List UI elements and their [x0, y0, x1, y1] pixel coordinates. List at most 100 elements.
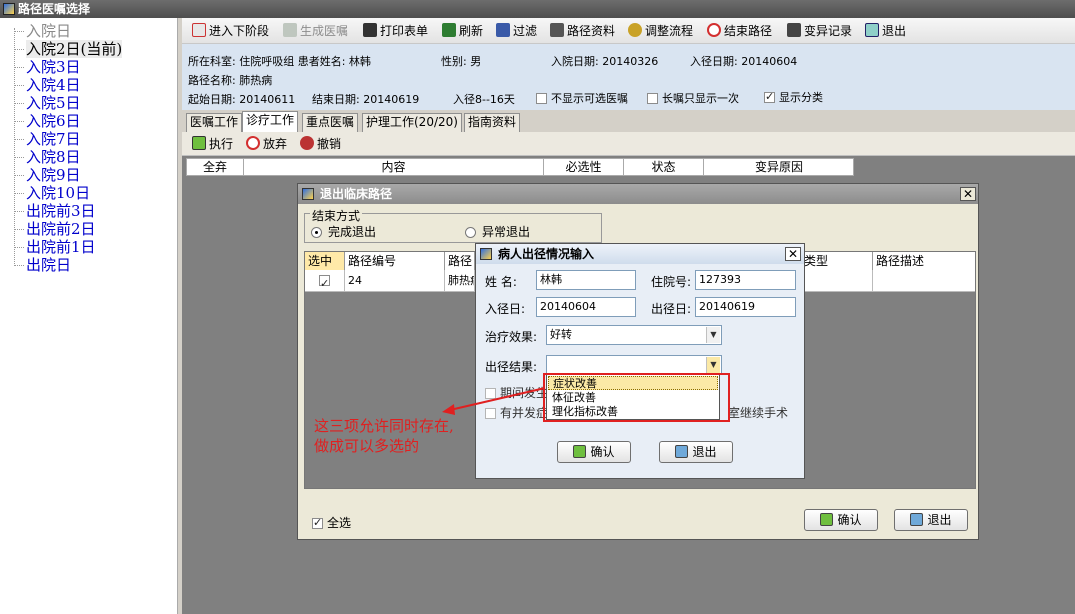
gear-icon: [628, 23, 642, 37]
result-select[interactable]: ▼: [546, 355, 722, 375]
radio-dot[interactable]: [465, 227, 476, 238]
exit-date-label: 出径日:: [651, 302, 692, 316]
next-stage-button[interactable]: 进入下阶段: [192, 22, 269, 40]
exit-dialog-cancel-button[interactable]: 退出: [894, 509, 968, 531]
sub-toolbar: 执行 放弃 撤销: [182, 132, 1075, 156]
inpatient-no-label: 住院号:: [651, 275, 692, 289]
checkbox-box[interactable]: [764, 90, 775, 103]
radio-dot[interactable]: [311, 227, 322, 238]
col-path[interactable]: 路径: [445, 252, 475, 270]
discharge-ok-button[interactable]: 确认: [557, 441, 631, 463]
day-tree[interactable]: 入院日 入院2日(当前) 入院3日 入院4日 入院5日 入院6日 入院7日 入院8日 入院9日入…: [0, 18, 178, 614]
tree-item[interactable]: 出院日: [13, 256, 71, 274]
tree-item[interactable]: 出院前3日: [14, 202, 96, 220]
tree-item[interactable]: 出院前1日: [14, 238, 96, 256]
effect-label: 治疗效果:: [485, 330, 538, 344]
tree-item[interactable]: 入院6日: [14, 112, 81, 130]
inpatient-no-field[interactable]: 127393: [695, 270, 796, 290]
radio-abnormal[interactable]: 异常退出: [465, 223, 530, 240]
name-field[interactable]: 林韩: [536, 270, 636, 290]
tab-bar: 医嘱工作 诊疗工作 重点医嘱 护理工作(20/20) 指南资料: [182, 110, 1075, 132]
printer-icon: [363, 23, 377, 37]
col-content[interactable]: 内容: [244, 159, 544, 175]
checkbox-box[interactable]: [536, 93, 547, 104]
hide-optional-checkbox[interactable]: 不显示可选医嘱: [536, 90, 628, 106]
exit-dialog-ok-button[interactable]: 确认: [804, 509, 878, 531]
tree-item[interactable]: 入院9日: [14, 166, 81, 184]
col-required[interactable]: 必选性: [544, 159, 624, 175]
close-icon[interactable]: ✕: [960, 187, 976, 201]
col-selected[interactable]: 选中: [305, 252, 345, 270]
exit-button[interactable]: 退出: [865, 22, 906, 40]
show-category-checkbox[interactable]: 显示分类: [764, 89, 823, 105]
tree-item[interactable]: 入院10日: [13, 184, 90, 202]
tree-item[interactable]: 入院日: [13, 22, 71, 40]
col-path-id[interactable]: 路径编号: [345, 252, 445, 270]
refresh-button[interactable]: 刷新: [442, 22, 483, 40]
exit-icon: [910, 513, 924, 526]
close-icon[interactable]: ✕: [785, 247, 801, 261]
tab-orders[interactable]: 医嘱工作: [186, 113, 243, 132]
path-name: 路径名称: 肺热病: [188, 74, 273, 87]
discharge-dialog-title: 病人出径情况输入: [498, 247, 595, 261]
end-mode-label: 结束方式: [310, 207, 363, 224]
abandon-button[interactable]: 放弃: [246, 135, 287, 153]
print-button[interactable]: 打印表单: [363, 22, 428, 40]
col-all-abandon[interactable]: 全弃: [187, 159, 244, 175]
exit-icon: [865, 23, 879, 37]
tree-item[interactable]: 入院5日: [14, 94, 81, 112]
select-all-checkbox[interactable]: 全选: [312, 514, 351, 531]
chevron-down-icon[interactable]: ▼: [706, 357, 720, 373]
tab-key-orders[interactable]: 重点医嘱: [302, 113, 359, 132]
row-select-cell[interactable]: [305, 270, 345, 292]
tab-guide[interactable]: 指南资料: [464, 113, 521, 132]
end-path-button[interactable]: 结束路径: [707, 22, 772, 40]
enter-date-label: 入径日:: [485, 302, 526, 316]
undo-button[interactable]: 撤销: [300, 135, 341, 153]
annotation-highlight-box: [543, 373, 730, 422]
tree-item[interactable]: 出院前2日: [14, 220, 96, 238]
variation-button[interactable]: 变异记录: [787, 22, 852, 40]
next-stage-icon: [192, 23, 206, 37]
tree-item[interactable]: 入院3日: [14, 58, 81, 76]
filter-button[interactable]: 过滤: [496, 22, 537, 40]
tree-item[interactable]: 入院7日: [14, 130, 81, 148]
result-label: 出径结果:: [485, 360, 538, 374]
path-range: 入径8--16天: [453, 93, 515, 106]
window-title: 路径医嘱选择: [18, 2, 91, 16]
tree-item[interactable]: 入院2日(当前): [13, 40, 123, 58]
calculator-icon: [787, 23, 801, 37]
discharge-cancel-button[interactable]: 退出: [659, 441, 733, 463]
col-type[interactable]: 类型: [801, 252, 873, 270]
effect-select[interactable]: 好转 ▼: [546, 325, 722, 345]
col-status[interactable]: 状态: [624, 159, 704, 175]
row-checkbox[interactable]: [319, 273, 330, 291]
tree-item[interactable]: 入院4日: [14, 76, 81, 94]
dialog-icon: [480, 248, 492, 260]
checkbox-box[interactable]: [312, 516, 323, 529]
exit-icon: [675, 445, 689, 458]
patient-info-panel: 所在科室: 住院呼吸组 患者姓名: 林韩 性别: 男 入院日期: 2014032…: [182, 44, 1075, 110]
enter-date-field[interactable]: 20140604: [536, 297, 636, 317]
col-path-desc[interactable]: 路径描述: [873, 252, 975, 270]
dept-and-name: 所在科室: 住院呼吸组 患者姓名: 林韩: [188, 55, 371, 68]
gen-orders-button[interactable]: 生成医嘱: [283, 22, 348, 40]
row-path-id: 24: [345, 270, 445, 292]
execute-button[interactable]: 执行: [192, 135, 233, 153]
check-icon: [192, 136, 206, 150]
annotation-line2: 做成可以多选的: [314, 437, 420, 455]
tab-diagnosis[interactable]: 诊疗工作: [242, 111, 299, 132]
tab-nursing[interactable]: 护理工作(20/20): [362, 113, 462, 132]
exit-date-field[interactable]: 20140619: [695, 297, 796, 317]
checkbox-box[interactable]: [647, 93, 658, 104]
adjust-flow-button[interactable]: 调整流程: [628, 22, 693, 40]
path-info-button[interactable]: 路径资料: [550, 22, 615, 40]
chevron-down-icon[interactable]: ▼: [706, 327, 720, 343]
long-order-once-checkbox[interactable]: 长嘱只显示一次: [647, 90, 739, 106]
dialog-icon: [302, 188, 314, 200]
radio-complete[interactable]: 完成退出: [311, 223, 376, 240]
annotation-line1: 这三项允许同时存在,: [314, 417, 454, 435]
abandon-icon: [246, 136, 260, 150]
col-variation-reason[interactable]: 变异原因: [704, 159, 854, 175]
tree-item[interactable]: 入院8日: [14, 148, 81, 166]
